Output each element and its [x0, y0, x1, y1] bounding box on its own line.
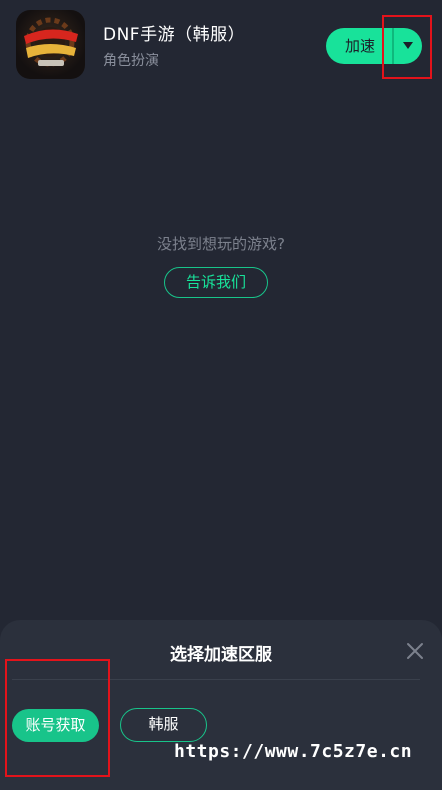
- game-icon: [16, 10, 85, 79]
- page: DNF手游（韩服） 角色扮演 加速 没找到想玩的游戏? 告诉我们 选择加速区服 …: [0, 0, 442, 790]
- annotation-box-account-option: [5, 659, 110, 777]
- game-name: DNF手游（韩服）: [103, 25, 246, 45]
- server-option-korea[interactable]: 韩服: [120, 708, 207, 742]
- tell-us-button[interactable]: 告诉我们: [164, 267, 268, 298]
- watermark: https://www.7c5z7e.cn: [174, 741, 413, 762]
- game-row[interactable]: DNF手游（韩服） 角色扮演 加速: [0, 0, 442, 90]
- annotation-box-dropdown: [382, 15, 432, 79]
- game-genre: 角色扮演: [103, 53, 159, 69]
- close-button[interactable]: [404, 640, 426, 662]
- close-icon: [407, 643, 423, 659]
- not-found-hint: 没找到想玩的游戏?: [157, 235, 285, 253]
